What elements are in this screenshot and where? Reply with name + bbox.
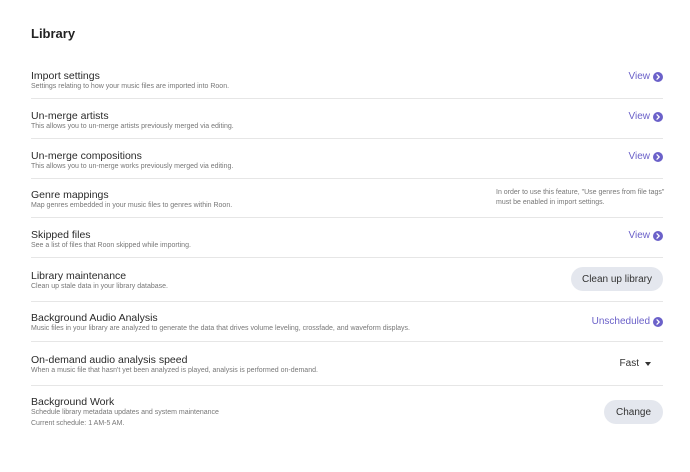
unmerge-artists-view-link[interactable]: View <box>628 111 663 122</box>
view-label: View <box>628 71 651 82</box>
row-title: Un-merge compositions <box>31 150 142 162</box>
row-background-audio-analysis: Background Audio Analysis Music files in… <box>31 312 663 342</box>
genre-mappings-note: In order to use this feature, "Use genre… <box>496 189 665 206</box>
row-title: Library maintenance <box>31 270 127 282</box>
chevron-right-icon <box>653 71 663 82</box>
row-genre-mappings: Genre mappings Map genres embedded in yo… <box>31 189 665 218</box>
row-description: Schedule library metadata updates and sy… <box>31 409 219 416</box>
row-title: Background Work <box>31 396 115 408</box>
row-unmerge-compositions: Un-merge compositions This allows you to… <box>31 150 663 179</box>
import-settings-view-link[interactable]: View <box>628 71 663 82</box>
page-title: Library <box>31 26 76 41</box>
chevron-right-icon <box>653 230 663 241</box>
row-description: Music files in your library are analyzed… <box>31 325 410 332</box>
current-schedule: Current schedule: 1 AM-5 AM. <box>31 420 125 427</box>
unmerge-compositions-view-link[interactable]: View <box>628 151 663 162</box>
row-title: Genre mappings <box>31 189 109 201</box>
row-title: Un-merge artists <box>31 110 109 122</box>
row-description: This allows you to un-merge works previo… <box>31 163 234 170</box>
row-import-settings: Import settings Settings relating to how… <box>31 70 663 99</box>
row-description: Map genres embedded in your music files … <box>31 202 233 209</box>
row-description: Settings relating to how your music file… <box>31 83 230 90</box>
row-skipped-files: Skipped files See a list of files that R… <box>31 229 663 258</box>
skipped-files-view-link[interactable]: View <box>628 230 663 241</box>
schedule-status-label: Unscheduled <box>591 316 650 327</box>
analysis-speed-select[interactable]: Fast <box>620 358 651 369</box>
chevron-right-icon <box>653 151 663 162</box>
caret-down-icon <box>645 361 651 366</box>
row-title: Background Audio Analysis <box>31 312 158 324</box>
change-schedule-button[interactable]: Change <box>604 400 663 424</box>
row-library-maintenance: Library maintenance Clean up stale data … <box>31 267 663 302</box>
chevron-right-icon <box>653 316 663 327</box>
row-description: See a list of files that Roon skipped wh… <box>31 242 191 249</box>
clean-up-library-button[interactable]: Clean up library <box>571 267 663 291</box>
row-title: Import settings <box>31 70 100 82</box>
row-title: On-demand audio analysis speed <box>31 354 188 366</box>
view-label: View <box>628 230 651 241</box>
row-description: This allows you to un-merge artists prev… <box>31 123 234 130</box>
background-audio-analysis-link[interactable]: Unscheduled <box>592 316 663 327</box>
analysis-speed-value: Fast <box>619 358 639 369</box>
row-background-work: Background Work Schedule library metadat… <box>31 396 663 436</box>
chevron-right-icon <box>653 111 663 122</box>
row-ondemand-analysis-speed: On-demand audio analysis speed When a mu… <box>31 354 663 386</box>
row-unmerge-artists: Un-merge artists This allows you to un-m… <box>31 110 663 139</box>
view-label: View <box>628 151 651 162</box>
row-description: Clean up stale data in your library data… <box>31 283 168 290</box>
row-title: Skipped files <box>31 229 91 241</box>
view-label: View <box>628 111 651 122</box>
row-description: When a music file that hasn't yet been a… <box>31 367 318 374</box>
